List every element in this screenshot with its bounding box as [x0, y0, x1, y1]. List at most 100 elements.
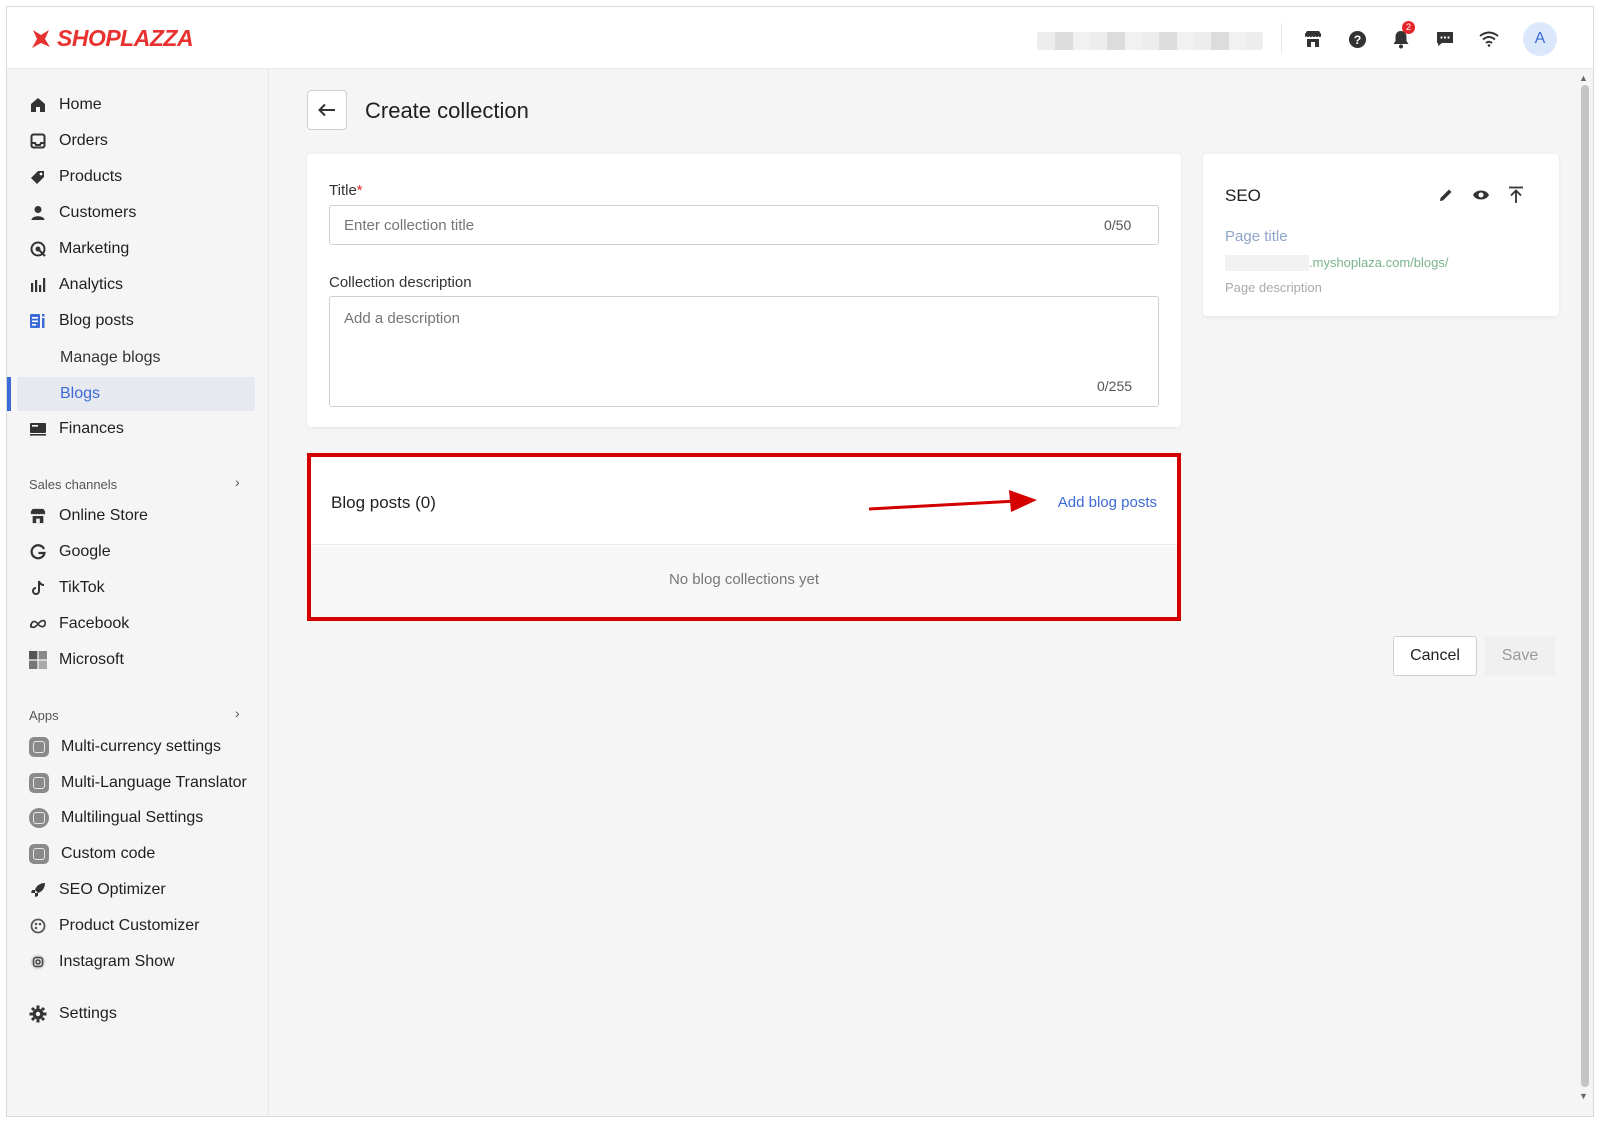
blog-posts-empty-state: No blog collections yet [311, 546, 1177, 617]
sidebar-item-label: Blog posts [59, 312, 134, 329]
sidebar-item-label: Analytics [59, 276, 124, 293]
chevron-right-icon[interactable]: › [235, 705, 240, 721]
microsoft-icon [29, 651, 47, 669]
sidebar-item-blog-posts[interactable]: Blog posts [7, 304, 269, 338]
sidebar-item-marketing[interactable]: Marketing [7, 232, 269, 266]
customizer-icon [29, 917, 47, 935]
sidebar-item-instagram-show[interactable]: Instagram Show [7, 945, 269, 979]
page-title: Create collection [365, 98, 529, 123]
seo-url-redacted [1225, 255, 1309, 271]
sidebar-item-multi-language-translator[interactable]: Multi-Language Translator [7, 766, 269, 800]
finances-icon [29, 420, 47, 438]
back-button[interactable] [307, 90, 347, 130]
sidebar-item-analytics[interactable]: Analytics [7, 268, 269, 302]
sidebar-item-multilingual-settings[interactable]: Multilingual Settings [7, 801, 269, 835]
description-counter: 0/255 [1097, 378, 1133, 394]
google-icon [29, 543, 47, 561]
scroll-up-icon[interactable]: ▲ [1579, 73, 1588, 83]
sidebar-item-label: Customers [59, 204, 137, 221]
rocket-icon [29, 881, 47, 899]
eye-icon[interactable] [1470, 184, 1492, 206]
top-bar: SHOPLAZZA ? 2 A [7, 7, 1593, 69]
avatar[interactable]: A [1523, 22, 1557, 56]
sidebar-item-label: SEO Optimizer [59, 881, 166, 898]
sidebar-item-label: Multi-Language Translator [61, 774, 247, 791]
sidebar-item-label: Custom code [61, 845, 156, 862]
seo-title: SEO [1225, 186, 1261, 205]
meta-icon [29, 615, 47, 633]
sidebar-item-finances[interactable]: Finances [7, 412, 269, 446]
seo-url: .myshoplaza.com/blogs/ [1309, 255, 1449, 270]
sidebar-item-facebook[interactable]: Facebook [7, 607, 269, 641]
blog-posts-title: Blog posts (0) [331, 493, 436, 512]
sidebar-item-home[interactable]: Home [7, 88, 269, 122]
sidebar-subitem-blogs[interactable]: Blogs [17, 377, 255, 411]
store-icon[interactable] [1301, 27, 1325, 51]
sidebar-item-online-store[interactable]: Online Store [7, 499, 269, 533]
sidebar-item-label: Orders [59, 132, 108, 149]
sidebar-item-customers[interactable]: Customers [7, 196, 269, 230]
sidebar-item-label: Settings [59, 1005, 117, 1022]
bell-icon[interactable]: 2 [1389, 21, 1415, 51]
scrollbar-thumb[interactable] [1581, 85, 1589, 1087]
collapse-top-icon[interactable] [1505, 184, 1527, 206]
apps-label: Apps [29, 708, 59, 723]
description-textarea[interactable] [329, 296, 1159, 407]
save-button[interactable]: Save [1485, 636, 1555, 676]
chat-icon[interactable] [1433, 27, 1457, 51]
cancel-button[interactable]: Cancel [1393, 636, 1477, 676]
required-mark: * [356, 182, 363, 199]
sidebar-item-label: Multilingual Settings [61, 809, 204, 826]
sidebar-item-label: Marketing [59, 240, 130, 257]
chevron-right-icon[interactable]: › [235, 474, 240, 490]
shoplazza-logo[interactable]: SHOPLAZZA [29, 25, 194, 52]
sidebar-item-orders[interactable]: Orders [7, 124, 269, 158]
wifi-icon[interactable] [1477, 27, 1501, 51]
sidebar-item-label: Multi-currency settings [61, 738, 222, 755]
translator-app-icon [29, 773, 49, 793]
sidebar-item-microsoft[interactable]: Microsoft [7, 643, 269, 677]
sidebar-item-settings[interactable]: Settings [7, 997, 269, 1031]
sidebar-item-label: Google [59, 543, 111, 560]
svg-text:?: ? [1353, 32, 1361, 46]
sidebar-item-product-customizer[interactable]: Product Customizer [7, 909, 269, 943]
sidebar-subitem-manage-blogs[interactable]: Manage blogs [7, 341, 269, 375]
description-label: Collection description [329, 274, 472, 291]
seo-page-title: Page title [1225, 228, 1288, 245]
sidebar-item-label: Home [59, 96, 102, 113]
sidebar-item-label: Instagram Show [59, 953, 175, 970]
arrow-left-icon [318, 103, 335, 117]
analytics-icon [29, 276, 47, 294]
home-icon [29, 96, 47, 114]
collection-details-card: Title* 0/50 Collection description 0/255 [307, 154, 1181, 427]
sidebar-item-multi-currency[interactable]: Multi-currency settings [7, 730, 269, 764]
scroll-down-icon[interactable]: ▼ [1579, 1091, 1588, 1101]
code-app-icon [29, 844, 49, 864]
shoplazza-logo-icon [32, 29, 50, 48]
annotation-arrow-icon [868, 490, 1037, 512]
sidebar-item-google[interactable]: Google [7, 535, 269, 569]
edit-icon[interactable] [1435, 184, 1457, 206]
sidebar-item-products[interactable]: Products [7, 160, 269, 194]
sidebar-item-seo-optimizer[interactable]: SEO Optimizer [7, 873, 269, 907]
instagram-icon [29, 953, 47, 971]
sidebar-item-label: TikTok [59, 579, 105, 596]
blog-icon [29, 312, 47, 330]
blog-posts-card: Blog posts (0) Add blog posts No blog co… [307, 453, 1181, 621]
marketing-icon [29, 240, 47, 258]
brand-name: SHOPLAZZA [57, 25, 194, 51]
title-input[interactable] [329, 205, 1159, 245]
orders-icon [29, 132, 47, 150]
sidebar-item-label: Finances [59, 420, 124, 437]
gear-icon [29, 1005, 47, 1023]
seo-page-description: Page description [1225, 280, 1322, 295]
sidebar-item-label: Online Store [59, 507, 148, 524]
add-blog-posts-link[interactable]: Add blog posts [1058, 494, 1157, 511]
sidebar-item-label: Blogs [60, 385, 101, 402]
active-indicator [7, 377, 11, 411]
sidebar-item-label: Products [59, 168, 123, 185]
sidebar-item-custom-code[interactable]: Custom code [7, 837, 269, 871]
sidebar-item-tiktok[interactable]: TikTok [7, 571, 269, 605]
app-window: SHOPLAZZA ? 2 A Home Orders Products Cus… [6, 6, 1594, 1117]
help-icon[interactable]: ? [1345, 27, 1369, 51]
